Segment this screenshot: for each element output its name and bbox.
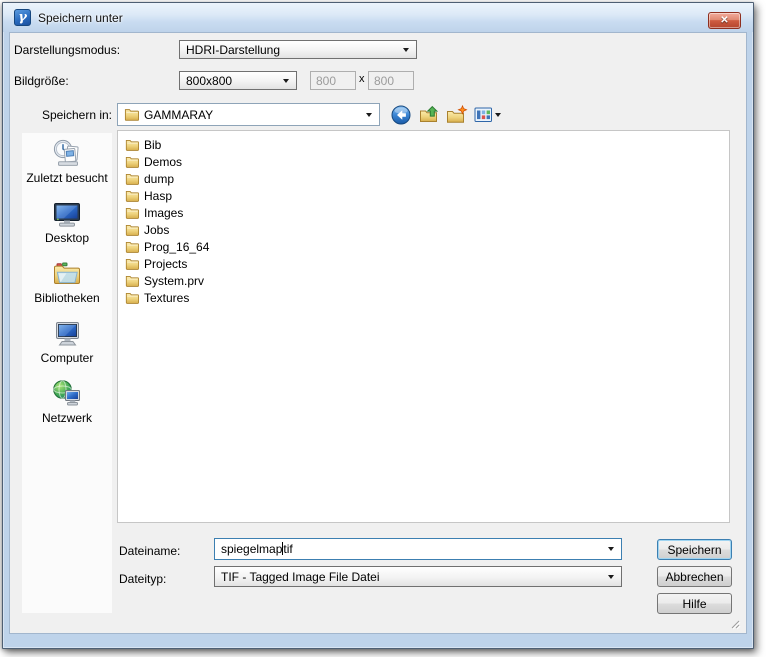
chevron-down-icon — [283, 78, 289, 83]
computer-icon — [56, 322, 79, 346]
up-folder-icon — [419, 105, 438, 122]
close-button[interactable]: ✕ — [708, 12, 741, 29]
list-item[interactable]: Hasp — [118, 187, 729, 204]
save-in-label: Speichern in: — [41, 108, 112, 122]
back-arrow-icon — [391, 105, 411, 124]
sidebar-item-label: Computer — [40, 351, 94, 365]
sidebar-item-label: Zuletzt besucht — [26, 171, 108, 185]
sidebar-item-label: Bibliotheken — [34, 291, 100, 305]
folder-name: Prog_16_64 — [144, 239, 210, 254]
image-size-label: Bildgröße: — [14, 74, 69, 88]
folder-icon — [125, 156, 139, 168]
folder-name: System.prv — [144, 273, 205, 288]
folder-name: Images — [144, 205, 184, 220]
folder-icon — [125, 241, 139, 253]
chevron-down-icon — [495, 112, 501, 117]
new-folder-icon — [447, 104, 468, 123]
chevron-down-icon — [608, 547, 614, 551]
folder-name: Demos — [144, 154, 183, 169]
chevron-down-icon — [608, 574, 614, 579]
recent-places-icon — [53, 139, 79, 166]
folder-name: Projects — [144, 256, 188, 271]
filetype-label: Dateityp: — [119, 572, 167, 586]
folder-icon — [125, 173, 139, 185]
list-item[interactable]: System.prv — [118, 272, 729, 289]
navigation-toolbar — [390, 104, 501, 125]
save-button[interactable]: Speichern — [657, 539, 732, 560]
title-bar: γ Speichern unter ✕ — [3, 3, 753, 32]
list-item[interactable]: Images — [118, 204, 729, 221]
folder-icon — [125, 139, 139, 151]
image-height-field: 800 — [368, 71, 414, 90]
folder-icon — [125, 258, 139, 270]
resize-grip[interactable] — [731, 620, 741, 630]
folder-name: dump — [144, 171, 175, 186]
chevron-down-icon — [403, 47, 409, 52]
save-in-value: GAMMARAY — [144, 107, 214, 122]
chevron-down-icon — [366, 112, 372, 117]
filetype-value: TIF - Tagged Image File Datei — [221, 569, 380, 584]
folder-icon — [125, 275, 139, 287]
display-mode-label: Darstellungsmodus: — [14, 43, 121, 57]
list-item[interactable]: Jobs — [118, 221, 729, 238]
list-item[interactable]: Textures — [118, 289, 729, 306]
folder-name: Bib — [144, 137, 162, 152]
image-size-combobox[interactable]: 800x800 — [179, 71, 297, 90]
network-icon — [53, 380, 80, 406]
sidebar-item-label: Netzwerk — [41, 411, 92, 425]
sidebar-item-libraries[interactable]: Bibliotheken — [22, 258, 112, 305]
up-one-level-button[interactable] — [418, 104, 440, 125]
image-width-field: 800 — [310, 71, 356, 90]
desktop-icon — [54, 203, 80, 227]
filename-input[interactable]: spiegelmaptif — [214, 538, 622, 560]
folder-icon — [125, 292, 139, 304]
new-folder-button[interactable] — [446, 104, 468, 125]
save-in-combobox[interactable]: GAMMARAY — [117, 103, 380, 126]
size-separator: x — [359, 73, 365, 85]
help-button[interactable]: Hilfe — [657, 593, 732, 614]
display-mode-combobox[interactable]: HDRI-Darstellung — [179, 40, 417, 59]
back-button[interactable] — [390, 104, 412, 125]
libraries-icon — [54, 262, 80, 284]
list-item[interactable]: Demos — [118, 153, 729, 170]
app-icon: γ — [14, 9, 31, 26]
folder-icon — [125, 224, 139, 236]
filename-value: spiegelmaptif — [221, 542, 293, 556]
folder-icon — [124, 109, 139, 121]
list-item[interactable]: Bib — [118, 136, 729, 153]
display-mode-value: HDRI-Darstellung — [186, 42, 281, 57]
filename-label: Dateiname: — [119, 544, 181, 558]
image-size-value: 800x800 — [186, 73, 233, 88]
view-menu-icon — [474, 107, 492, 122]
sidebar-item-recent-places[interactable]: Zuletzt besucht — [22, 138, 112, 185]
folder-name: Hasp — [144, 188, 173, 203]
file-list: Bib Demos dump Hasp Images Jobs Prog_16_… — [117, 130, 730, 523]
sidebar-item-network[interactable]: Netzwerk — [22, 378, 112, 425]
dialog-body: Darstellungsmodus: HDRI-Darstellung Bild… — [9, 32, 747, 634]
save-as-dialog: γ Speichern unter ✕ Darstellungsmodus: H… — [2, 2, 754, 649]
sidebar-item-desktop[interactable]: Desktop — [22, 198, 112, 245]
list-item[interactable]: Projects — [118, 255, 729, 272]
cancel-button[interactable]: Abbrechen — [657, 566, 732, 587]
list-item[interactable]: dump — [118, 170, 729, 187]
sidebar-item-computer[interactable]: Computer — [22, 318, 112, 365]
folder-icon — [125, 190, 139, 202]
filetype-combobox[interactable]: TIF - Tagged Image File Datei — [214, 566, 622, 587]
folder-name: Jobs — [144, 222, 170, 237]
folder-icon — [125, 207, 139, 219]
sidebar-item-label: Desktop — [44, 231, 90, 245]
list-item[interactable]: Prog_16_64 — [118, 238, 729, 255]
places-sidebar: Zuletzt besucht Desktop Bibliotheken Com… — [22, 133, 112, 613]
folder-name: Textures — [144, 290, 190, 305]
view-menu-button[interactable] — [474, 104, 501, 125]
window-title: Speichern unter — [38, 11, 123, 25]
